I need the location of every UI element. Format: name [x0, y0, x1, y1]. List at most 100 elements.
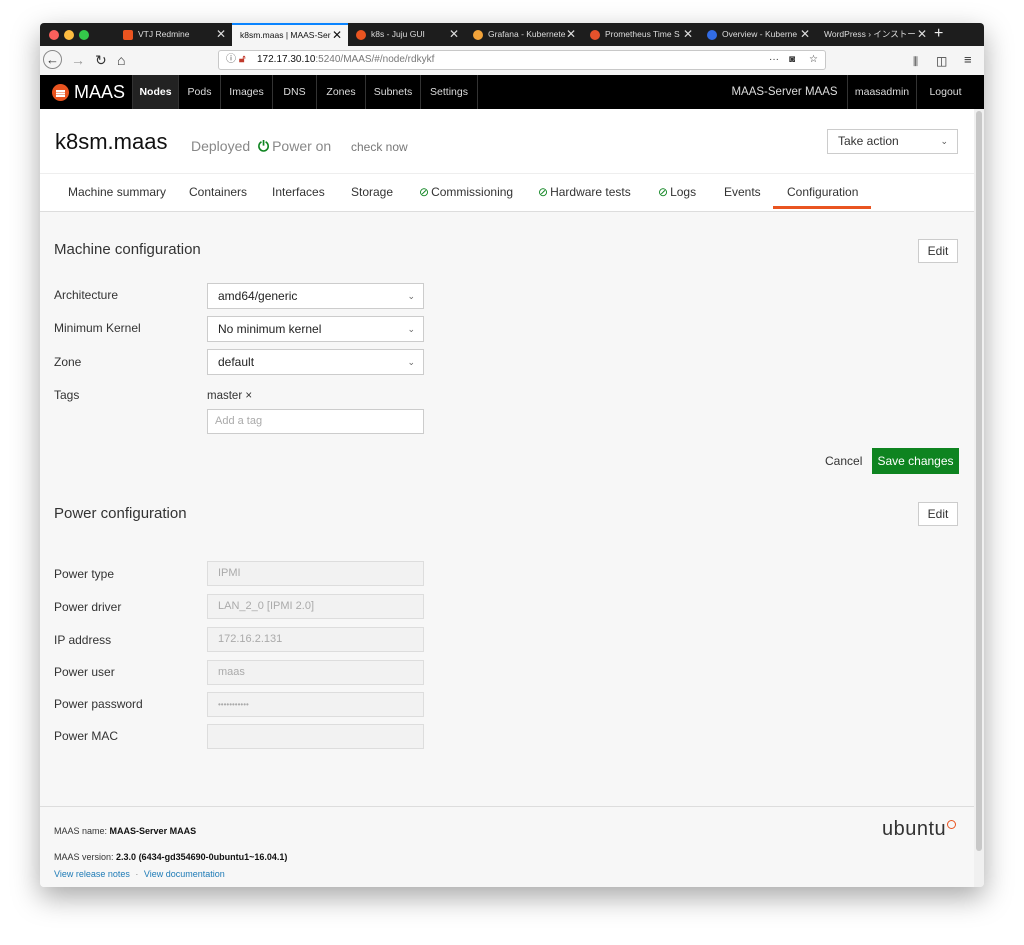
minimize-window-button[interactable]: [64, 30, 74, 40]
hamburger-menu-icon[interactable]: ≡: [964, 52, 972, 68]
page-title: k8sm.maas: [55, 129, 168, 154]
tag-chip-master[interactable]: master ×: [207, 390, 252, 402]
close-icon[interactable]: ✕: [683, 23, 693, 46]
footer-separator: ·: [135, 869, 139, 879]
nav-pods[interactable]: Pods: [178, 75, 220, 109]
maas-logo-icon[interactable]: [52, 84, 69, 101]
rocket-icon: [123, 29, 133, 40]
check-circle-icon: ⊘: [658, 185, 669, 199]
circle-of-friends-icon: [947, 820, 957, 829]
juju-icon: [356, 29, 366, 40]
min-kernel-select[interactable]: No minimum kernel ⌄: [207, 316, 424, 342]
url-path: :5240/MAAS/#/node/rdkykf: [315, 54, 435, 65]
close-window-button[interactable]: [49, 30, 59, 40]
check-now-link[interactable]: check now: [351, 140, 408, 154]
nav-zones[interactable]: Zones: [316, 75, 365, 109]
reload-icon[interactable]: ↻: [95, 52, 107, 68]
add-tag-input[interactable]: Add a tag: [207, 409, 424, 434]
nav-subnets[interactable]: Subnets: [365, 75, 420, 109]
power-type-field: IPMI: [207, 561, 424, 586]
take-action-dropdown[interactable]: Take action ⌄: [827, 129, 958, 154]
power-config-edit-button[interactable]: Edit: [918, 502, 958, 526]
close-icon[interactable]: ✕: [332, 25, 342, 45]
scrollbar-thumb[interactable]: [976, 111, 982, 851]
close-icon[interactable]: ✕: [449, 23, 459, 46]
check-circle-icon: ⊘: [419, 185, 430, 199]
tab-configuration[interactable]: Configuration: [787, 185, 858, 199]
chevron-down-icon: ⌄: [940, 136, 948, 146]
url-bar[interactable]: ⓘ 🔓︎ 172.17.30.10:5240/MAAS/#/node/rdkyk…: [218, 50, 826, 70]
browser-tab-strip: VTJ Redmine ✕ k8sm.maas | MAAS-Ser ✕ k8s…: [40, 23, 984, 46]
browser-window: VTJ Redmine ✕ k8sm.maas | MAAS-Ser ✕ k8s…: [40, 23, 984, 887]
power-password-label: Power password: [54, 697, 143, 711]
machine-config-edit-button[interactable]: Edit: [918, 239, 958, 263]
tab-interfaces[interactable]: Interfaces: [272, 185, 325, 199]
maas-name: MAAS name: MAAS-Server MAAS: [54, 826, 197, 836]
nav-settings[interactable]: Settings: [420, 75, 478, 109]
logout-link[interactable]: Logout: [916, 75, 974, 109]
ip-address-label: IP address: [54, 633, 112, 647]
browser-tab[interactable]: VTJ Redmine ✕: [115, 23, 232, 46]
min-kernel-label: Minimum Kernel: [54, 321, 141, 335]
bookmark-star-icon[interactable]: ☆: [809, 51, 818, 69]
close-icon[interactable]: ✕: [216, 23, 226, 46]
tab-commissioning[interactable]: ⊘ Commissioning: [419, 185, 513, 199]
power-mac-field: [207, 724, 424, 749]
power-mac-label: Power MAC: [54, 729, 119, 743]
tab-containers[interactable]: Containers: [189, 185, 247, 199]
info-icon[interactable]: ⓘ: [226, 51, 236, 69]
power-password-field: •••••••••••: [207, 692, 424, 717]
maas-brand[interactable]: MAAS: [74, 82, 125, 103]
power-user-field: maas: [207, 660, 424, 685]
sidebar-icon[interactable]: ◫: [936, 53, 947, 69]
power-icon: ⏻: [258, 138, 270, 154]
page-scrollbar[interactable]: [974, 109, 984, 887]
browser-tab[interactable]: Prometheus Time S ✕: [582, 23, 699, 46]
tab-machine-summary[interactable]: Machine summary: [68, 185, 166, 199]
server-name: MAAS-Server MAAS: [731, 86, 838, 98]
page-actions-menu[interactable]: ···: [769, 51, 779, 69]
browser-tab[interactable]: Overview - Kuberne ✕: [699, 23, 816, 46]
zone-select[interactable]: default ⌄: [207, 349, 424, 375]
ubuntu-logo: ubuntu: [882, 818, 957, 841]
release-notes-link[interactable]: View release notes: [54, 869, 130, 879]
kubernetes-icon: [707, 29, 717, 40]
new-tab-button[interactable]: +: [934, 23, 943, 45]
tab-logs[interactable]: ⊘ Logs: [658, 185, 696, 199]
user-menu[interactable]: maasadmin: [847, 75, 916, 109]
power-type-label: Power type: [54, 567, 115, 581]
browser-tab[interactable]: k8s - Juju GUI ✕: [348, 23, 465, 46]
browser-tab[interactable]: Grafana - Kubernete ✕: [465, 23, 582, 46]
tab-events[interactable]: Events: [724, 185, 761, 199]
power-driver-field: LAN_2_0 [IPMI 2.0]: [207, 594, 424, 619]
status-badge: Deployed: [191, 138, 251, 154]
browser-tab[interactable]: WordPress › インストー ✕: [816, 23, 933, 46]
zoom-window-button[interactable]: [79, 30, 89, 40]
close-icon[interactable]: ✕: [917, 23, 927, 46]
pocket-icon[interactable]: ◙: [789, 51, 795, 69]
browser-tab-active[interactable]: k8sm.maas | MAAS-Ser ✕: [232, 23, 348, 46]
nav-images[interactable]: Images: [220, 75, 272, 109]
library-icon[interactable]: ⫼: [913, 54, 918, 70]
tab-storage[interactable]: Storage: [351, 185, 393, 199]
footer: MAAS name: MAAS-Server MAAS MAAS version…: [40, 806, 974, 887]
maas-header: MAAS Nodes Pods Images DNS Zones Subnets…: [40, 75, 984, 109]
home-icon[interactable]: ⌂: [117, 52, 125, 68]
node-title-area: k8sm.maas Deployed ⏻ Power on check now T…: [40, 109, 974, 173]
power-config-title: Power configuration: [54, 505, 187, 522]
documentation-link[interactable]: View documentation: [144, 869, 225, 879]
close-icon[interactable]: ✕: [566, 23, 576, 46]
save-changes-button[interactable]: Save changes: [872, 448, 959, 474]
nav-nodes[interactable]: Nodes: [132, 75, 178, 109]
power-status: ⏻ Power on: [258, 138, 332, 154]
cancel-button[interactable]: Cancel: [825, 454, 862, 468]
nav-dns[interactable]: DNS: [272, 75, 316, 109]
architecture-select[interactable]: amd64/generic ⌄: [207, 283, 424, 309]
back-arrow-icon[interactable]: ←: [43, 50, 62, 69]
chevron-down-icon: ⌄: [407, 291, 415, 301]
close-icon[interactable]: ✕: [800, 23, 810, 46]
chevron-down-icon: ⌄: [407, 357, 415, 367]
ip-address-field: 172.16.2.131: [207, 627, 424, 652]
forward-arrow-icon[interactable]: →: [71, 52, 85, 68]
tab-hardware-tests[interactable]: ⊘ Hardware tests: [538, 185, 631, 199]
